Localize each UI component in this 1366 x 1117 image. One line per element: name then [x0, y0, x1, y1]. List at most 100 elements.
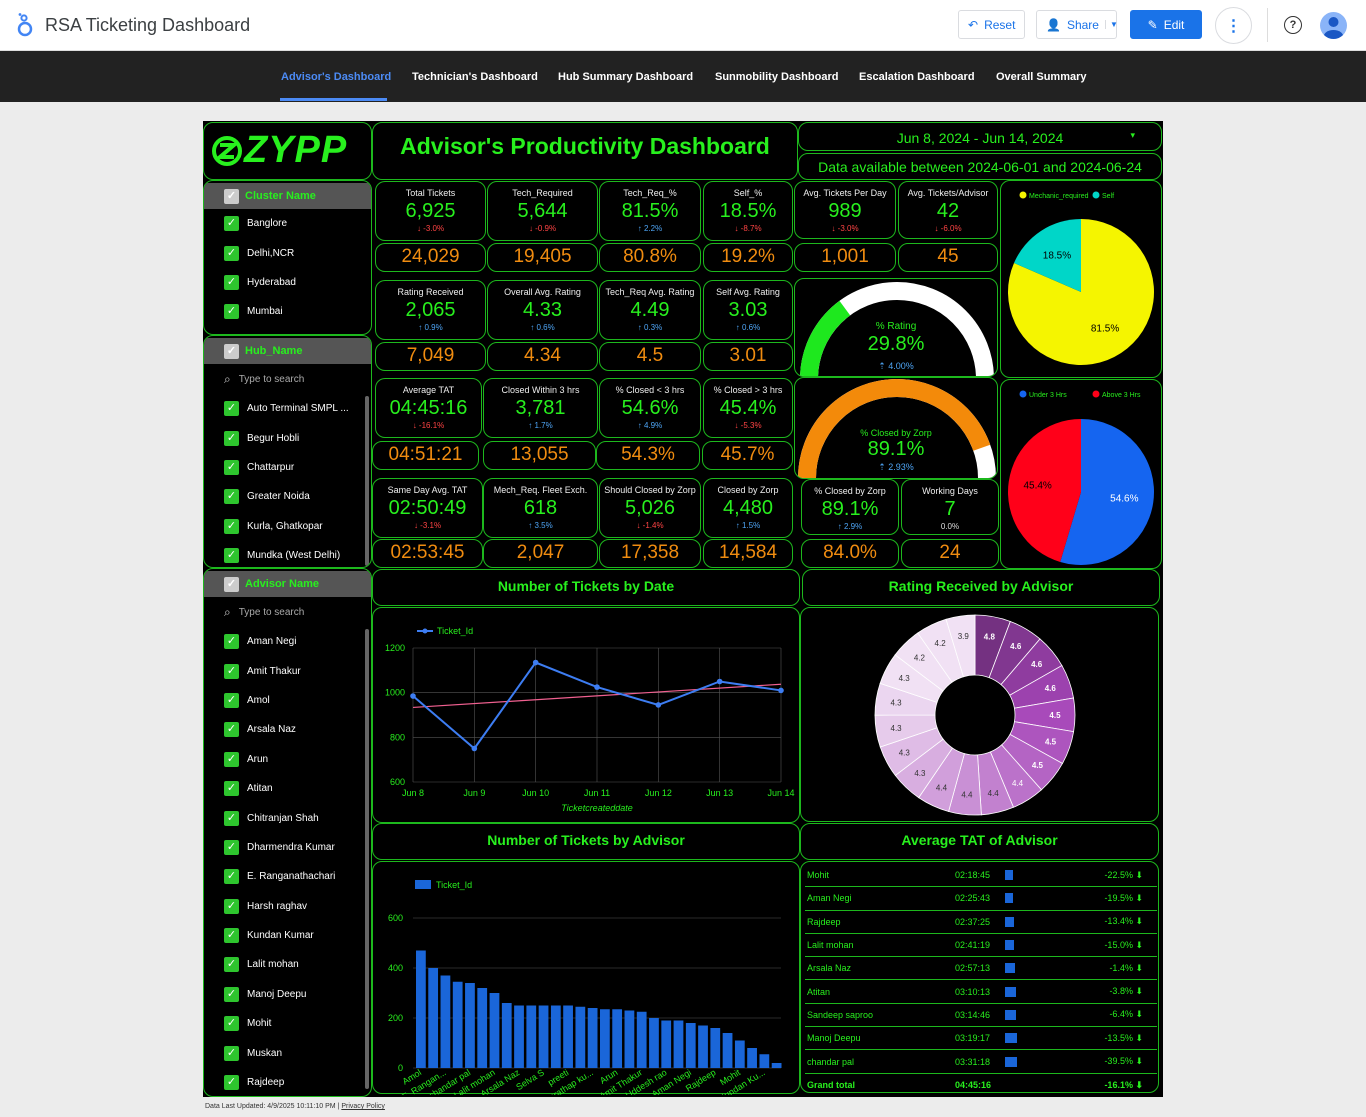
data-point[interactable] [655, 702, 662, 708]
data-point[interactable] [532, 659, 539, 666]
bar[interactable] [587, 1008, 598, 1068]
bar[interactable] [734, 1040, 745, 1069]
bar[interactable] [452, 981, 463, 1068]
bar[interactable] [440, 975, 451, 1069]
checkbox-icon[interactable]: ✓ [224, 1045, 239, 1061]
checkbox-icon[interactable]: ✓ [224, 304, 239, 320]
checkbox-icon[interactable]: ✓ [224, 1016, 239, 1032]
data-point[interactable] [594, 684, 600, 690]
bar[interactable] [649, 1018, 659, 1068]
filter-option[interactable]: ✓ Lalit mohan [204, 950, 371, 979]
filter-option[interactable]: ✓ Delhi,NCR [204, 238, 371, 267]
filter-option[interactable]: ✓ Aman Negi [204, 627, 371, 656]
filter-option[interactable]: ✓ Hyderabad [204, 268, 371, 297]
bar[interactable] [698, 1025, 708, 1069]
checkbox-icon[interactable]: ✓ [224, 986, 239, 1002]
tab-advisors-dashboard[interactable]: Advisor's Dashboard [281, 71, 391, 83]
checkbox-icon[interactable]: ✓ [224, 489, 239, 505]
filter-option[interactable]: ✓ Chattarpur [204, 453, 371, 482]
checkbox-icon[interactable]: ✓ [224, 216, 239, 232]
filter-option[interactable]: ✓ Banglore [204, 209, 371, 238]
table-row[interactable]: Mohit 02:18:45 -22.5% ⬇ [805, 864, 1157, 888]
table-row[interactable]: Atitan 03:10:13 -3.8% ⬇ [805, 981, 1157, 1004]
checkbox-icon[interactable]: ✓ [224, 898, 239, 914]
bar[interactable] [747, 1048, 757, 1068]
checkbox-icon[interactable]: ✓ [224, 634, 239, 650]
bar[interactable] [661, 1020, 672, 1069]
edit-button[interactable]: ✎ Edit [1130, 10, 1202, 39]
bar[interactable] [600, 1009, 610, 1068]
checkbox-icon[interactable]: ✓ [224, 274, 239, 290]
bar[interactable] [526, 1005, 537, 1069]
table-row[interactable]: Sandeep saproo 03:14:46 -6.4% ⬇ [805, 1004, 1157, 1028]
checkbox-icon[interactable]: ✓ [224, 1075, 239, 1091]
data-point[interactable] [410, 693, 416, 699]
privacy-policy-link[interactable]: Privacy Policy [341, 1103, 385, 1110]
bar[interactable] [710, 1028, 721, 1068]
bar[interactable] [514, 1005, 524, 1069]
tab-technicians-dashboard[interactable]: Technician's Dashboard [412, 71, 538, 83]
bar[interactable] [477, 988, 488, 1068]
avatar[interactable] [1320, 12, 1347, 39]
filter-option[interactable]: ✓ Mundka (West Delhi) [204, 541, 371, 567]
tab-escalation-dashboard[interactable]: Escalation Dashboard [859, 71, 975, 83]
cluster-filter-header[interactable]: ✓ Cluster Name [204, 183, 371, 209]
bar[interactable] [416, 950, 426, 1069]
bar[interactable] [771, 1063, 782, 1068]
filter-option[interactable]: ✓ Arsala Naz [204, 715, 371, 744]
checkbox-icon[interactable]: ✓ [224, 692, 239, 708]
bar[interactable] [575, 1006, 586, 1068]
tab-hub-summary-dashboard[interactable]: Hub Summary Dashboard [558, 71, 693, 83]
bar[interactable] [612, 1009, 623, 1068]
checkbox-icon[interactable]: ✓ [224, 518, 239, 534]
help-icon[interactable]: ? [1284, 16, 1302, 34]
filter-option[interactable]: ✓ Kurla, Ghatkopar [204, 512, 371, 541]
hub-filter-header[interactable]: ✓ Hub_Name [204, 338, 371, 364]
checkbox-icon[interactable]: ✓ [224, 839, 239, 855]
checkbox-icon[interactable]: ✓ [224, 928, 239, 944]
checkbox-icon[interactable]: ✓ [224, 663, 239, 679]
checkbox-icon[interactable]: ✓ [224, 810, 239, 826]
hub-search-input[interactable]: ⌕ Type to search [204, 364, 371, 394]
filter-option[interactable]: ✓ Chitranjan Shah [204, 803, 371, 832]
scrollbar[interactable] [365, 629, 369, 1089]
advisor-search-input[interactable]: ⌕ Type to search [204, 597, 371, 627]
checkbox-icon[interactable]: ✓ [224, 245, 239, 261]
table-row[interactable]: Manoj Deepu 03:19:17 -13.5% ⬇ [805, 1027, 1157, 1051]
table-row[interactable]: chandar pal 03:31:18 -39.5% ⬇ [805, 1050, 1157, 1074]
filter-option[interactable]: ✓ Begur Hobli [204, 423, 371, 452]
filter-option[interactable]: ✓ Greater Noida [204, 482, 371, 511]
filter-option[interactable]: ✓ Harsh raghav [204, 892, 371, 921]
select-all-checkbox[interactable]: ✓ [224, 188, 239, 204]
tab-sunmobility-dashboard[interactable]: Sunmobility Dashboard [715, 71, 838, 83]
filter-option[interactable]: ✓ Arun [204, 745, 371, 774]
checkbox-icon[interactable]: ✓ [224, 869, 239, 885]
more-options-icon[interactable]: ⋮ [1215, 7, 1252, 44]
filter-option[interactable]: ✓ Auto Terminal SMPL ... [204, 394, 371, 423]
checkbox-icon[interactable]: ✓ [224, 459, 239, 475]
bar[interactable] [636, 1011, 647, 1068]
filter-option[interactable]: ✓ Atitan [204, 774, 371, 803]
table-row[interactable]: Rajdeep 02:37:25 -13.4% ⬇ [805, 911, 1157, 934]
date-range-picker[interactable]: Jun 8, 2024 - Jun 14, 2024 ▾ [798, 122, 1162, 151]
bar[interactable] [759, 1054, 770, 1068]
bar[interactable] [624, 1010, 635, 1069]
filter-option[interactable]: ✓ Mohit [204, 1009, 371, 1038]
checkbox-icon[interactable]: ✓ [224, 401, 239, 417]
checkbox-icon[interactable]: ✓ [224, 751, 239, 767]
table-row[interactable]: Lalit mohan 02:41:19 -15.0% ⬇ [805, 934, 1157, 958]
bar[interactable] [673, 1020, 684, 1069]
table-row[interactable]: Aman Negi 02:25:43 -19.5% ⬇ [805, 887, 1157, 911]
bar[interactable] [465, 983, 475, 1068]
filter-option[interactable]: ✓ Muskan [204, 1038, 371, 1067]
filter-option[interactable]: ✓ Rajdeep [204, 1068, 371, 1096]
data-point[interactable] [716, 678, 723, 685]
dropdown-icon[interactable]: ▼ [1104, 20, 1118, 29]
select-all-checkbox[interactable]: ✓ [224, 576, 239, 592]
filter-option[interactable]: ✓ Amol [204, 686, 371, 715]
filter-option[interactable]: ✓ Amit Thakur [204, 656, 371, 685]
checkbox-icon[interactable]: ✓ [224, 781, 239, 797]
bar[interactable] [538, 1005, 549, 1069]
filter-option[interactable]: ✓ Kundan Kumar [204, 921, 371, 950]
data-point[interactable] [778, 687, 784, 694]
